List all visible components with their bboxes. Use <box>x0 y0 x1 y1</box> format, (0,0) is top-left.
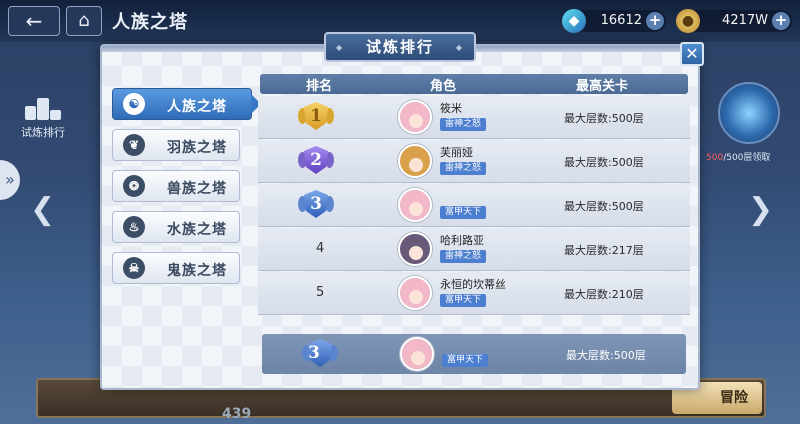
player-title-badge: 雷神之怒 <box>440 118 487 131</box>
player-name: 永恒的坎蒂丝 <box>440 278 506 291</box>
reward-orb-icon[interactable] <box>718 82 780 144</box>
tab-feather-tower[interactable]: ❦ 羽族之塔 <box>112 129 240 161</box>
table-row: 1 筱米 雷神之怒 最大层数:500层 <box>258 96 690 139</box>
tab-ghost-tower[interactable]: ☠ 鬼族之塔 <box>112 252 240 284</box>
side-rank-button[interactable]: 试炼排行 <box>14 84 72 140</box>
table-row: 2 芙丽娅 雷神之怒 最大层数:500层 <box>258 140 690 183</box>
feather-icon: ❦ <box>123 134 145 156</box>
gem-resource: ◆ 16612 + <box>562 9 666 33</box>
player-name: 哈利路亚 <box>440 234 484 247</box>
coin-resource: ● 4217W + <box>676 9 792 33</box>
table-row: 5 永恒的坎蒂丝 富甲天下 最大层数:210层 <box>258 272 690 315</box>
purple-medal-icon: 2 <box>298 144 334 178</box>
ranking-table-header: 排名 角色 最高关卡 <box>260 74 688 94</box>
avatar[interactable] <box>398 232 432 266</box>
page-title: 人族之塔 <box>112 12 188 33</box>
player-name: 芙丽娅 <box>440 146 473 159</box>
gem-value: 16612 <box>600 13 642 28</box>
rank-number: 4 <box>316 241 325 256</box>
add-gem-button[interactable]: + <box>646 12 664 30</box>
tab-label: 兽族之塔 <box>167 181 227 197</box>
avatar[interactable] <box>398 276 432 310</box>
tab-label: 羽族之塔 <box>167 140 227 156</box>
column-rank: 排名 <box>306 79 333 94</box>
player-title-badge: 富甲天下 <box>440 206 487 219</box>
gold-medal-icon: 1 <box>298 100 334 134</box>
blue-medal-icon: 3 <box>298 188 334 222</box>
my-title-badge: 富甲天下 <box>442 354 489 367</box>
table-row: 4 哈利路亚 雷神之怒 最大层数:217层 <box>258 228 690 271</box>
my-rank-row: 3 富甲天下 最大层数:500层 <box>262 334 686 374</box>
rank-badge: 3 <box>298 188 334 222</box>
rank-badge: 1 <box>298 100 334 134</box>
rank-number: 5 <box>316 285 325 300</box>
tab-label: 人族之塔 <box>167 99 227 115</box>
player-title-badge: 雷神之怒 <box>440 162 487 175</box>
coin-icon: ● <box>676 9 700 33</box>
max-floor: 最大层数:500层 <box>564 156 644 169</box>
beast-icon: ❂ <box>123 175 145 197</box>
skull-icon: ☠ <box>123 257 145 279</box>
next-arrow-icon[interactable]: ❯ <box>748 192 773 227</box>
ranking-list[interactable]: 1 筱米 雷神之怒 最大层数:500层 2 芙丽娅 雷神之怒 最大层数:500层… <box>258 96 690 324</box>
side-rank-label: 试炼排行 <box>21 126 65 139</box>
water-icon: ♨ <box>123 216 145 238</box>
avatar[interactable] <box>398 188 432 222</box>
coin-value: 4217W <box>722 13 768 28</box>
tab-human-tower[interactable]: ☯ 人族之塔 <box>112 88 261 120</box>
tab-beast-tower[interactable]: ❂ 兽族之塔 <box>112 170 240 202</box>
player-name: 筱米 <box>440 102 462 115</box>
rank-badge: 2 <box>298 144 334 178</box>
ranking-dialog: 试炼排行 ✕ ☯ 人族之塔 ❦ 羽族之塔 ❂ 兽族之塔 ♨ 水族之塔 ☠ 鬼族之… <box>100 32 704 390</box>
reward-progress: 500/500层领取 <box>706 153 771 163</box>
avatar[interactable] <box>398 144 432 178</box>
tab-label: 水族之塔 <box>167 222 227 238</box>
human-icon: ☯ <box>123 93 145 115</box>
tab-water-tower[interactable]: ♨ 水族之塔 <box>112 211 240 243</box>
max-floor: 最大层数:210层 <box>564 288 644 301</box>
home-button[interactable]: ⌂ <box>66 6 102 36</box>
my-max-floor: 最大层数:500层 <box>566 349 646 362</box>
dialog-title: 试炼排行 <box>324 32 476 62</box>
close-button[interactable]: ✕ <box>680 42 704 66</box>
blue-medal-icon: 3 <box>302 337 338 371</box>
back-button[interactable]: ← <box>8 6 60 36</box>
column-role: 角色 <box>430 79 457 94</box>
max-floor: 最大层数:217层 <box>564 244 644 257</box>
table-row: 3 富甲天下 最大层数:500层 <box>258 184 690 227</box>
bottom-number: 439 <box>222 406 252 422</box>
player-title-badge: 雷神之怒 <box>440 250 487 263</box>
my-avatar[interactable] <box>400 337 434 371</box>
avatar[interactable] <box>398 100 432 134</box>
add-coin-button[interactable]: + <box>772 12 790 30</box>
column-highest-stage: 最高关卡 <box>576 79 629 94</box>
prev-arrow-icon[interactable]: ❮ <box>30 192 55 227</box>
max-floor: 最大层数:500层 <box>564 112 644 125</box>
tab-label: 鬼族之塔 <box>167 263 227 279</box>
max-floor: 最大层数:500层 <box>564 200 644 213</box>
expand-edge-button[interactable]: » <box>0 160 20 200</box>
player-title-badge: 富甲天下 <box>440 294 487 307</box>
gem-icon: ◆ <box>562 9 586 33</box>
podium-icon <box>23 84 63 120</box>
